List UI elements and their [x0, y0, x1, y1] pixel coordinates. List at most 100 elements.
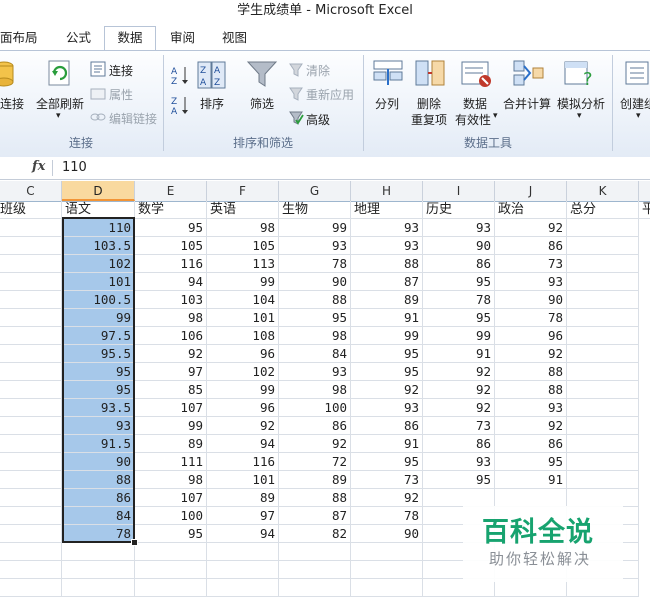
cell-politics[interactable]: 88: [495, 381, 567, 399]
cell-politics[interactable]: 88: [495, 363, 567, 381]
create-group-dropdown-icon[interactable]: ▾: [636, 111, 641, 121]
empty-cell[interactable]: [0, 579, 62, 597]
insert-function-icon[interactable]: fx: [32, 159, 45, 174]
cell-politics[interactable]: 91: [495, 471, 567, 489]
cell-math[interactable]: 98: [135, 309, 207, 327]
header-cell-history[interactable]: 历史: [423, 201, 495, 219]
cell-math[interactable]: 103: [135, 291, 207, 309]
cell-english[interactable]: 104: [207, 291, 279, 309]
cell-chinese[interactable]: 100.5: [62, 291, 135, 309]
edit-links-button[interactable]: 编辑链接: [109, 110, 157, 127]
cell-chinese[interactable]: 93: [62, 417, 135, 435]
cell-total[interactable]: [567, 381, 639, 399]
cell-biology[interactable]: 92: [279, 435, 351, 453]
cell-english[interactable]: 97: [207, 507, 279, 525]
cell-biology[interactable]: 100: [279, 399, 351, 417]
cell-math[interactable]: 105: [135, 237, 207, 255]
cell-history[interactable]: 91: [423, 345, 495, 363]
cell-politics[interactable]: 92: [495, 417, 567, 435]
cell-history[interactable]: 99: [423, 327, 495, 345]
clear-button[interactable]: 清除: [306, 62, 330, 79]
cell-total[interactable]: [567, 273, 639, 291]
cell-biology[interactable]: 78: [279, 255, 351, 273]
cell-politics[interactable]: 93: [495, 399, 567, 417]
cell-chinese[interactable]: 86: [62, 489, 135, 507]
cell-total[interactable]: [567, 255, 639, 273]
header-cell-politics[interactable]: 政治: [495, 201, 567, 219]
what-if-analysis-button[interactable]: 模拟分析: [557, 95, 605, 112]
cell-history[interactable]: 92: [423, 381, 495, 399]
cell-history[interactable]: 93: [423, 219, 495, 237]
cell-biology[interactable]: 98: [279, 327, 351, 345]
cell-geography[interactable]: 86: [351, 417, 423, 435]
cell-english[interactable]: 105: [207, 237, 279, 255]
cell-biology[interactable]: 72: [279, 453, 351, 471]
remove-duplicates-label-line2[interactable]: 重复项: [411, 111, 447, 128]
cell-total[interactable]: [567, 399, 639, 417]
cell-class[interactable]: [0, 255, 62, 273]
empty-cell[interactable]: [207, 543, 279, 561]
cell-biology[interactable]: 93: [279, 363, 351, 381]
cell-total[interactable]: [567, 435, 639, 453]
cell-politics[interactable]: 96: [495, 327, 567, 345]
cell-biology[interactable]: 84: [279, 345, 351, 363]
cell-english[interactable]: 89: [207, 489, 279, 507]
cell-chinese[interactable]: 93.5: [62, 399, 135, 417]
cell-math[interactable]: 116: [135, 255, 207, 273]
cell-politics[interactable]: 90: [495, 291, 567, 309]
what-if-dropdown-icon[interactable]: ▾: [577, 111, 582, 121]
cell-class[interactable]: [0, 273, 62, 291]
cell-history[interactable]: 78: [423, 291, 495, 309]
cell-math[interactable]: 95: [135, 219, 207, 237]
cell-english[interactable]: 108: [207, 327, 279, 345]
header-cell-biology[interactable]: 生物: [279, 201, 351, 219]
cell-geography[interactable]: 92: [351, 489, 423, 507]
empty-cell[interactable]: [62, 579, 135, 597]
cell-biology[interactable]: 95: [279, 309, 351, 327]
tab-review[interactable]: 审阅: [170, 28, 195, 50]
cell-history[interactable]: 86: [423, 255, 495, 273]
cell-math[interactable]: 111: [135, 453, 207, 471]
cell-class[interactable]: [0, 399, 62, 417]
cell-biology[interactable]: 88: [279, 489, 351, 507]
header-cell-english[interactable]: 英语: [207, 201, 279, 219]
cell-english[interactable]: 99: [207, 273, 279, 291]
refresh-all-button[interactable]: 全部刷新: [36, 95, 84, 112]
header-cell-class[interactable]: 班级: [0, 201, 62, 219]
cell-chinese[interactable]: 103.5: [62, 237, 135, 255]
column-header-c[interactable]: C: [0, 181, 62, 201]
data-validation-button[interactable]: 数据: [463, 95, 487, 112]
properties-button[interactable]: 属性: [109, 86, 133, 103]
cell-chinese[interactable]: 78: [62, 525, 135, 543]
cell-total[interactable]: [567, 219, 639, 237]
cell-math[interactable]: 94: [135, 273, 207, 291]
cell-english[interactable]: 96: [207, 345, 279, 363]
cell-class[interactable]: [0, 453, 62, 471]
cell-class[interactable]: [0, 489, 62, 507]
cell-english[interactable]: 94: [207, 435, 279, 453]
create-group-button[interactable]: 创建组: [620, 95, 650, 112]
empty-cell[interactable]: [62, 561, 135, 579]
filter-button[interactable]: 筛选: [250, 95, 274, 112]
cell-history[interactable]: 86: [423, 435, 495, 453]
cell-math[interactable]: 97: [135, 363, 207, 381]
cell-history[interactable]: 92: [423, 399, 495, 417]
column-header-h[interactable]: H: [351, 181, 423, 201]
cell-english[interactable]: 98: [207, 219, 279, 237]
cell-total[interactable]: [567, 489, 639, 507]
cell-biology[interactable]: 98: [279, 381, 351, 399]
cell-class[interactable]: [0, 345, 62, 363]
cell-class[interactable]: [0, 471, 62, 489]
cell-total[interactable]: [567, 327, 639, 345]
cell-total[interactable]: [567, 291, 639, 309]
cell-history[interactable]: 93: [423, 453, 495, 471]
cell-geography[interactable]: 73: [351, 471, 423, 489]
cell-biology[interactable]: 82: [279, 525, 351, 543]
cell-biology[interactable]: 93: [279, 237, 351, 255]
cell-math[interactable]: 106: [135, 327, 207, 345]
empty-cell[interactable]: [135, 579, 207, 597]
cell-english[interactable]: 116: [207, 453, 279, 471]
empty-cell[interactable]: [279, 543, 351, 561]
cell-chinese[interactable]: 90: [62, 453, 135, 471]
column-header-g[interactable]: G: [279, 181, 351, 201]
